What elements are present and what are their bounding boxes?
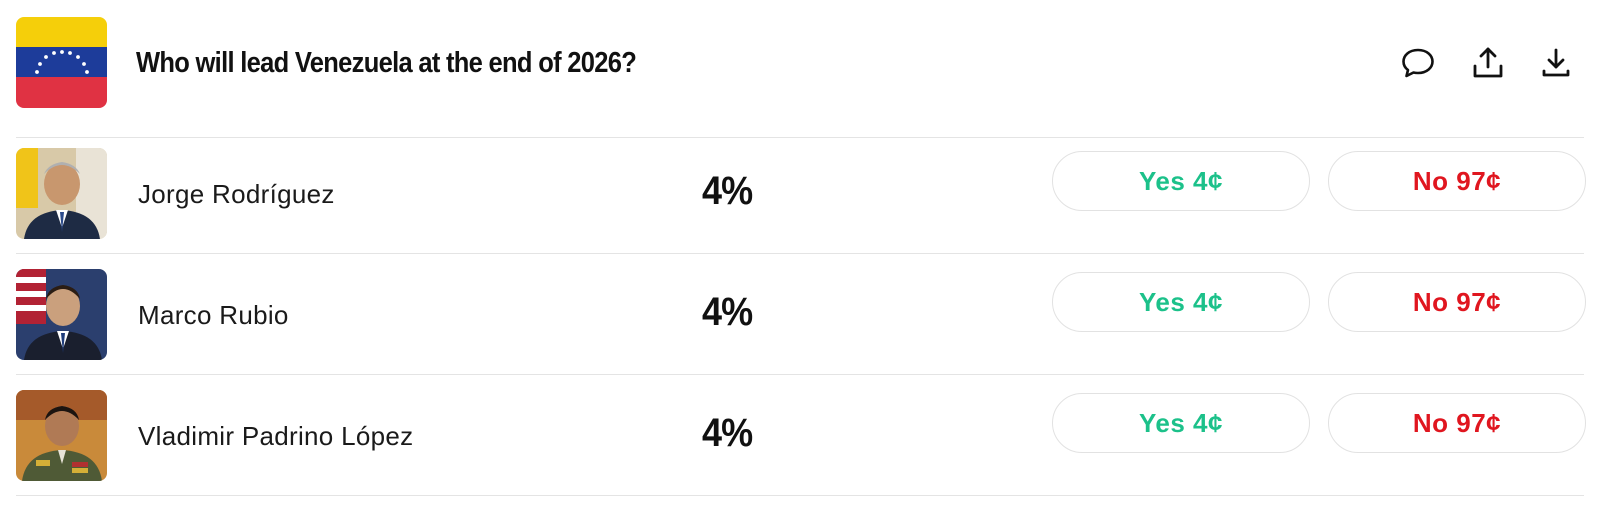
- outcome-row[interactable]: Jorge Rodríguez 4% Yes 4¢ No 97¢: [16, 137, 1586, 261]
- outcome-name: Jorge Rodríguez: [138, 179, 335, 209]
- venezuela-flag-icon: [16, 17, 107, 108]
- buy-no-button[interactable]: No 97¢: [1328, 151, 1586, 211]
- outcome-probability: 4%: [702, 411, 753, 455]
- market-header: Who will lead Venezuela at the end of 20…: [16, 17, 1584, 108]
- download-icon[interactable]: [1536, 43, 1576, 83]
- outcome-row[interactable]: Marco Rubio 4% Yes 4¢ No 97¢: [16, 258, 1586, 382]
- share-icon[interactable]: [1468, 43, 1508, 83]
- avatar: [16, 269, 107, 360]
- outcome-name: Vladimir Padrino López: [138, 421, 414, 451]
- buy-yes-button[interactable]: Yes 4¢: [1052, 272, 1310, 332]
- divider: [16, 374, 1584, 375]
- avatar: [16, 390, 107, 481]
- outcome-name: Marco Rubio: [138, 300, 289, 330]
- outcome-probability: 4%: [702, 290, 753, 334]
- outcome-row[interactable]: Vladimir Padrino López 4% Yes 4¢ No 97¢: [16, 379, 1586, 503]
- divider: [16, 253, 1584, 254]
- avatar: [16, 148, 107, 239]
- comment-icon[interactable]: [1398, 43, 1438, 83]
- buy-no-button[interactable]: No 97¢: [1328, 272, 1586, 332]
- divider: [16, 495, 1584, 496]
- buy-yes-button[interactable]: Yes 4¢: [1052, 393, 1310, 453]
- market-title: Who will lead Venezuela at the end of 20…: [136, 47, 637, 79]
- outcome-probability: 4%: [702, 169, 753, 213]
- buy-no-button[interactable]: No 97¢: [1328, 393, 1586, 453]
- buy-yes-button[interactable]: Yes 4¢: [1052, 151, 1310, 211]
